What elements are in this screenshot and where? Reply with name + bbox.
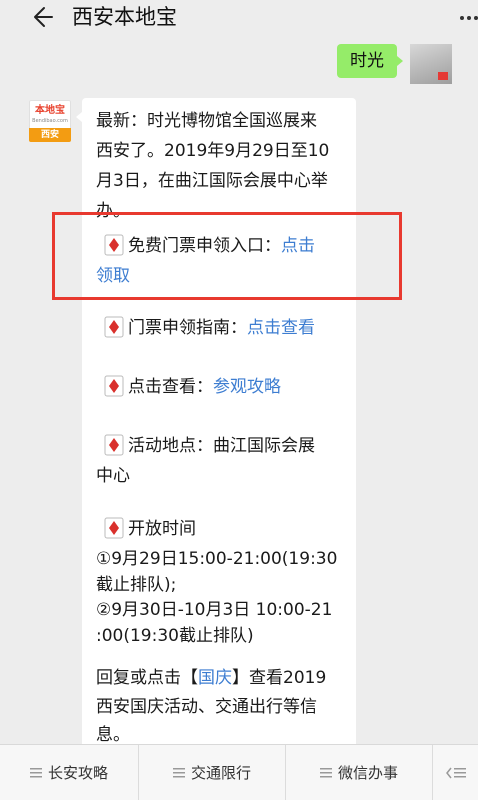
keyboard-toggle-icon: [445, 767, 466, 778]
view-row: 点击查看：参观攻略: [104, 372, 281, 402]
diamond-card-icon: [104, 517, 124, 539]
menu-lines-icon: [172, 767, 185, 777]
bot-message-bubble: 最新：时光博物馆全国巡展来 西安了。2019年9月29日至10 月3日，在曲江国…: [76, 98, 356, 758]
menu-label: 长安攻略: [47, 764, 108, 782]
more-icon[interactable]: [458, 14, 478, 22]
diamond-card-icon: [104, 434, 124, 456]
reply-line-1: 回复或点击【国庆】查看2019: [96, 663, 326, 693]
reply-link[interactable]: 国庆: [198, 668, 232, 688]
back-arrow-icon[interactable]: [30, 5, 54, 29]
menu-traffic-limit[interactable]: 交通限行: [139, 745, 285, 800]
reply-pre: 回复或点击【: [96, 668, 198, 688]
guide-label: 门票申领指南：: [128, 318, 247, 338]
my-avatar[interactable]: [410, 44, 452, 84]
intro-line-1: 最新：时光博物馆全国巡展来: [96, 111, 317, 131]
bot-avatar[interactable]: 本地宝 Bendibao.com 西安: [29, 100, 71, 142]
menu-wechat-services[interactable]: 微信办事: [286, 745, 432, 800]
highlight-box: [52, 212, 402, 300]
view-label: 点击查看：: [128, 377, 213, 397]
avatar-city: 西安: [29, 128, 71, 142]
intro-line-2: 西安了。2019年9月29日至10: [96, 141, 330, 161]
my-message-bubble[interactable]: 时光: [337, 44, 403, 78]
hours-row: 开放时间: [104, 514, 196, 544]
menu-label: 交通限行: [190, 764, 251, 782]
guide-row: 门票申领指南：点击查看: [104, 313, 315, 343]
flag-icon: [438, 72, 448, 80]
menu-lines-icon: [29, 767, 42, 777]
location-line-2: 中心: [96, 466, 130, 486]
reply-post: 】查看2019: [232, 668, 327, 688]
diamond-card-icon: [104, 316, 124, 338]
avatar-brand: 本地宝: [35, 105, 65, 116]
avatar-site: Bendibao.com: [32, 118, 68, 124]
menu-changan-guide[interactable]: 长安攻略: [0, 745, 138, 800]
diamond-card-icon: [104, 375, 124, 397]
intro-line-3: 月3日，在曲江国际会展中心举: [96, 171, 328, 191]
chat-title: 西安本地宝: [72, 5, 177, 29]
hours-title: 开放时间: [128, 519, 196, 539]
bottom-menu-bar: 长安攻略 交通限行 微信办事: [0, 744, 478, 800]
hours-line-4: :00(19:30截止排队): [96, 626, 254, 646]
guide-link[interactable]: 点击查看: [247, 318, 315, 338]
view-link[interactable]: 参观攻略: [213, 377, 281, 397]
top-bar: 西安本地宝: [0, 0, 478, 40]
location-row: 活动地点：曲江国际会展: [104, 431, 315, 461]
keyboard-toggle-button[interactable]: [433, 745, 478, 800]
menu-label: 微信办事: [337, 764, 398, 782]
menu-lines-icon: [319, 767, 332, 777]
reply-line-2: 西安国庆活动、交通出行等信: [96, 697, 317, 717]
location-label: 活动地点：曲江国际会展: [128, 436, 315, 456]
